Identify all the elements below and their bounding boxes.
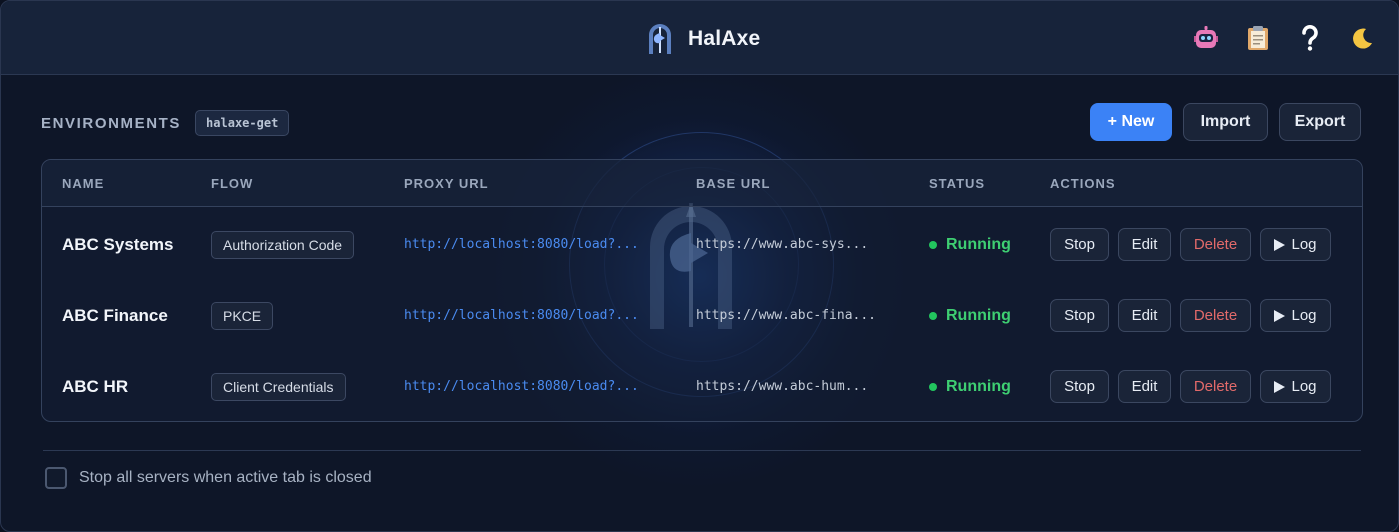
status-badge: Running (929, 307, 1011, 325)
delete-button[interactable]: Delete (1180, 370, 1251, 403)
status-dot-icon (929, 311, 937, 320)
table-row: ABC Systems Authorization Code http://lo… (42, 209, 1362, 280)
new-environment-button[interactable]: + New (1090, 103, 1172, 141)
log-button[interactable]: Log (1260, 299, 1331, 332)
proxy-url-link[interactable]: http://localhost:8080/load?... (404, 280, 639, 351)
app-window: HalAxe ENVIRONMENTS halaxe-get + New Imp… (0, 0, 1399, 532)
halaxe-logo-icon (649, 24, 671, 54)
play-icon (1274, 380, 1286, 393)
edit-button[interactable]: Edit (1118, 299, 1171, 332)
row-actions: Stop Edit Delete Log (1050, 228, 1331, 261)
footer: Stop all servers when active tab is clos… (45, 467, 372, 489)
environments-label: ENVIRONMENTS (41, 114, 182, 132)
edit-button[interactable]: Edit (1118, 228, 1171, 261)
play-icon (1274, 309, 1286, 322)
footer-divider (43, 450, 1361, 451)
flow-badge: Authorization Code (211, 230, 355, 259)
play-icon (1274, 238, 1286, 251)
stop-all-servers-checkbox[interactable] (45, 467, 67, 489)
base-url: https://www.abc-hum... (696, 379, 869, 394)
app-title: HalAxe (688, 27, 761, 50)
environment-name: ABC HR (62, 376, 129, 396)
log-button[interactable]: Log (1260, 228, 1331, 261)
log-button[interactable]: Log (1260, 370, 1331, 403)
column-header-flow: FLOW (211, 176, 254, 191)
status-text: Running (946, 377, 1011, 395)
log-label: Log (1291, 378, 1317, 395)
log-label: Log (1291, 236, 1317, 253)
environments-table: NAME FLOW PROXY URL BASE URL STATUS ACTI… (41, 159, 1363, 422)
environments-heading: ENVIRONMENTS halaxe-get (41, 109, 290, 137)
stop-all-servers-label[interactable]: Stop all servers when active tab is clos… (79, 469, 372, 487)
header-bar: HalAxe (1, 1, 1398, 75)
log-label: Log (1291, 307, 1317, 324)
status-text: Running (946, 306, 1011, 324)
header-icons (1192, 23, 1376, 53)
environment-tag: halaxe-get (195, 110, 290, 136)
robot-icon[interactable] (1192, 23, 1220, 53)
proxy-url-link[interactable]: http://localhost:8080/load?... (404, 209, 639, 280)
table-header: NAME FLOW PROXY URL BASE URL STATUS ACTI… (42, 160, 1362, 207)
status-dot-icon (929, 382, 937, 391)
base-url: https://www.abc-fina... (696, 308, 877, 323)
column-header-proxy-url: PROXY URL (404, 176, 489, 191)
stop-button[interactable]: Stop (1050, 299, 1109, 332)
base-url: https://www.abc-sys... (696, 237, 869, 252)
column-header-name: NAME (62, 176, 105, 191)
table-row: ABC HR Client Credentials http://localho… (42, 351, 1362, 422)
row-actions: Stop Edit Delete Log (1050, 370, 1331, 403)
delete-button[interactable]: Delete (1180, 299, 1251, 332)
moon-icon[interactable] (1348, 23, 1376, 53)
environment-name: ABC Finance (62, 305, 168, 325)
column-header-base-url: BASE URL (696, 176, 771, 191)
table-row: ABC Finance PKCE http://localhost:8080/l… (42, 280, 1362, 351)
status-dot-icon (929, 240, 937, 249)
row-actions: Stop Edit Delete Log (1050, 299, 1331, 332)
import-button[interactable]: Import (1183, 103, 1268, 141)
environment-actions: + New Import Export (1090, 103, 1361, 141)
stop-button[interactable]: Stop (1050, 370, 1109, 403)
flow-badge: Client Credentials (211, 372, 346, 401)
status-text: Running (946, 235, 1011, 253)
edit-button[interactable]: Edit (1118, 370, 1171, 403)
help-icon[interactable] (1296, 23, 1324, 53)
clipboard-icon[interactable] (1244, 23, 1272, 53)
status-badge: Running (929, 378, 1011, 396)
column-header-status: STATUS (929, 176, 986, 191)
stop-button[interactable]: Stop (1050, 228, 1109, 261)
environment-name: ABC Systems (62, 234, 174, 254)
brand: HalAxe (646, 23, 760, 55)
status-badge: Running (929, 236, 1011, 254)
export-button[interactable]: Export (1279, 103, 1361, 141)
column-header-actions: ACTIONS (1050, 176, 1116, 191)
proxy-url-link[interactable]: http://localhost:8080/load?... (404, 351, 639, 422)
flow-badge: PKCE (211, 301, 274, 330)
delete-button[interactable]: Delete (1180, 228, 1251, 261)
